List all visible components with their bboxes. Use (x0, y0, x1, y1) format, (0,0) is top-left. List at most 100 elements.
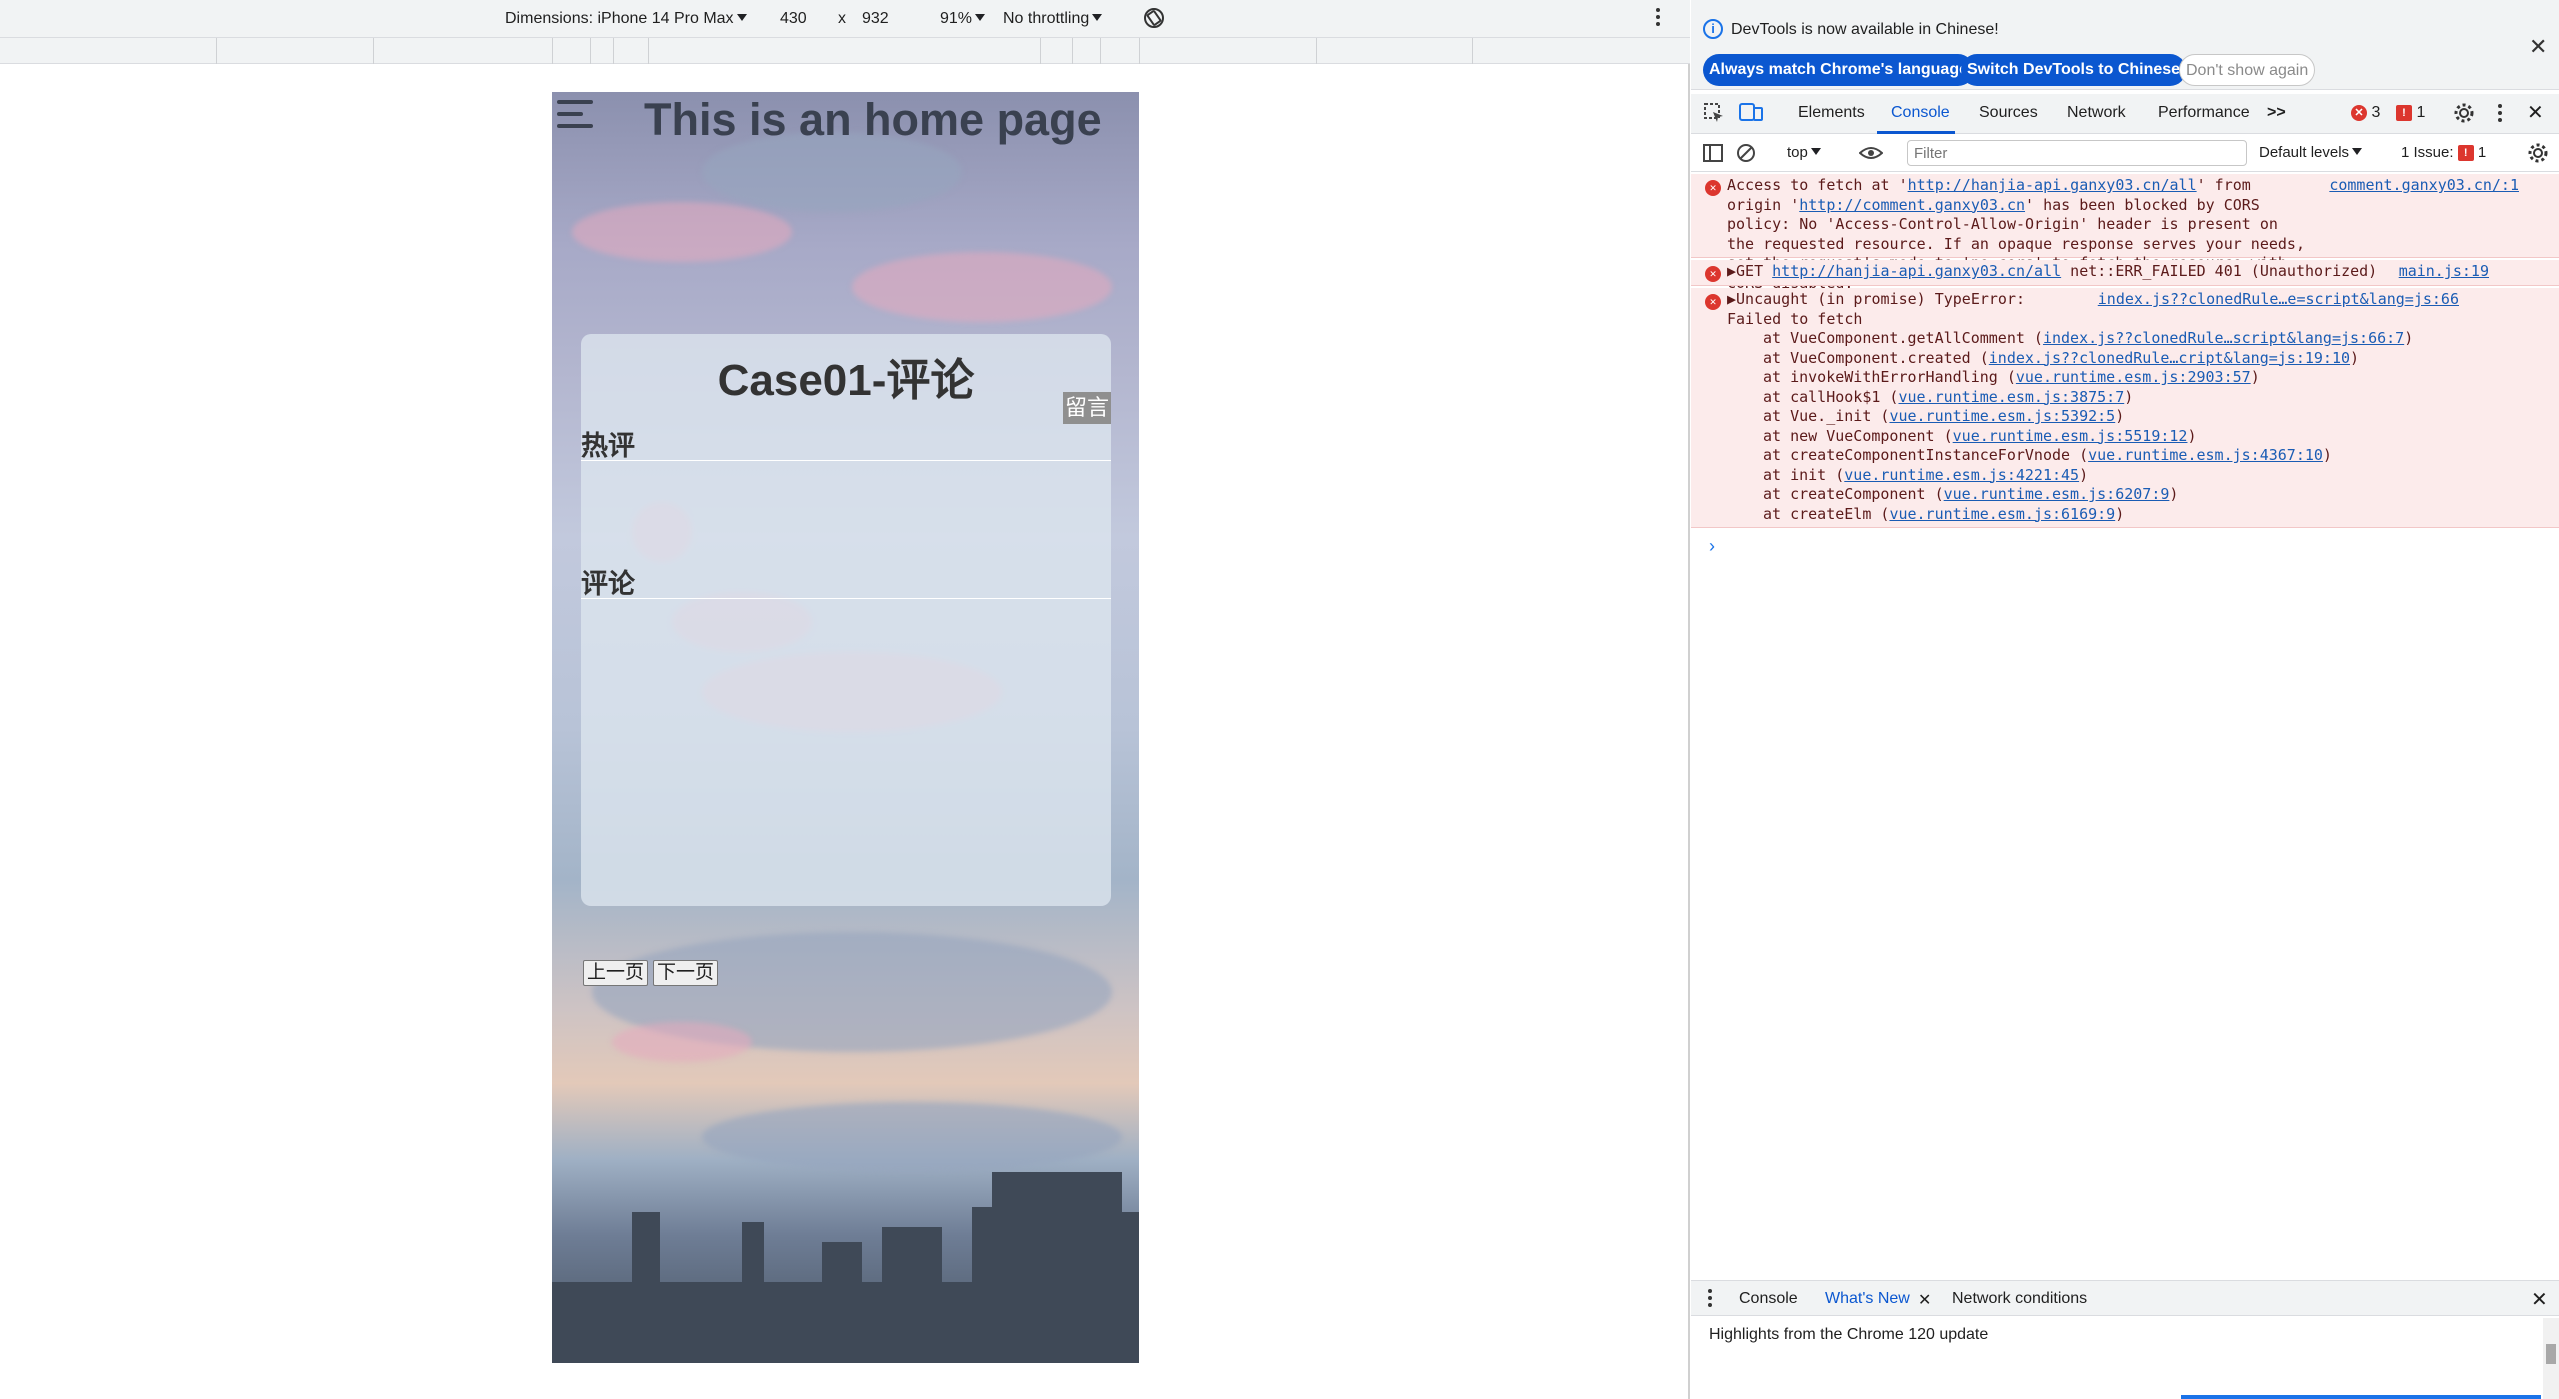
dont-show-again-button[interactable]: Don't show again (2179, 54, 2316, 86)
infobar-text: DevTools is now available in Chinese! (1731, 21, 1999, 38)
tab-performance[interactable]: Performance (2158, 104, 2250, 122)
caret-down-icon (736, 14, 747, 21)
device-toggle-icon[interactable] (1739, 102, 1763, 129)
message-text: Failed to fetch (1727, 309, 1863, 328)
stack-frame: at new VueComponent (vue.runtime.esm.js:… (1763, 426, 2197, 445)
devtools-panel: i DevTools is now available in Chinese! … (1691, 0, 2559, 1399)
switch-to-chinese-button[interactable]: Switch DevTools to Chinese (1961, 54, 2187, 86)
device-select[interactable]: Dimensions: iPhone 14 Pro Max (505, 10, 747, 28)
stack-frame: at callHook$1 (vue.runtime.esm.js:3875:7… (1763, 387, 2134, 406)
stack-frame: at invokeWithErrorHandling (vue.runtime.… (1763, 368, 2260, 386)
message-text: Access to fetch at ' (1727, 176, 1908, 194)
prev-page-button[interactable]: 上一页 (583, 960, 649, 986)
clear-console-icon[interactable] (1735, 142, 1757, 168)
close-icon[interactable]: ✕ (2529, 34, 2547, 60)
error-counter[interactable]: ✕ 3 (2351, 104, 2380, 122)
console-error-uncaught: ✕ ▶Uncaught (in promise) TypeError: Fail… (1691, 288, 2559, 528)
zoom-label: 91% (940, 10, 973, 27)
menu-icon[interactable] (557, 100, 593, 128)
message-text[interactable]: ▶GET (1727, 262, 1772, 280)
message-link[interactable]: http://hanjia-api.ganxy03.cn/all (1908, 176, 2197, 194)
more-tabs-icon[interactable]: >> (2267, 104, 2286, 122)
issue-icon: ! (2457, 145, 2474, 162)
console-prompt[interactable]: › (1709, 536, 1715, 557)
drawer-menu-icon[interactable] (1707, 1287, 1713, 1314)
issue-counter[interactable]: ! 1 (2396, 104, 2425, 122)
console-toolbar: top Default levels 1 Issue: ! 1 (1691, 134, 2559, 172)
close-tab-icon[interactable]: ✕ (1918, 1290, 1931, 1310)
stack-frame: at createComponent (vue.runtime.esm.js:6… (1763, 485, 2179, 503)
device-viewport-pane: Dimensions: iPhone 14 Pro Max 430 x 932 … (0, 0, 1690, 1399)
message-source-link[interactable]: comment.ganxy03.cn/:1 (2329, 176, 2519, 196)
tab-elements[interactable]: Elements (1798, 104, 1865, 122)
throttling-select[interactable]: No throttling (1003, 10, 1103, 28)
height-input[interactable]: 932 (862, 10, 889, 28)
media-query-ruler (0, 38, 1690, 64)
message-source-link[interactable]: index.js??clonedRule…e=script&lang=js:66 (2098, 290, 2459, 310)
divider (581, 598, 1111, 599)
throttling-label: No throttling (1003, 10, 1090, 27)
error-icon: ✕ (1705, 266, 1721, 282)
rotate-icon[interactable] (1142, 6, 1166, 35)
message-text: net::ERR_FAILED 401 (Unauthorized) (2061, 262, 2378, 280)
message-source-link[interactable]: main.js:19 (2399, 262, 2489, 282)
inspect-element-icon[interactable] (1703, 102, 1725, 129)
devtools-drawer: Console What's New ✕ Network conditions … (1691, 1280, 2559, 1316)
drawer-scrollbar[interactable] (2543, 1318, 2559, 1399)
message-link[interactable]: http://comment.ganxy03.cn (1799, 196, 2025, 214)
message-text: ' (1790, 195, 1800, 214)
stack-trace: at VueComponent.getAllComment (index.js?… (1727, 329, 2551, 524)
phone-screen: This is an home page Case01-评论 留言 热评 评论 … (552, 92, 1139, 1363)
issue-icon: ! (2396, 104, 2412, 121)
whats-new-text: Highlights from the Chrome 120 update (1709, 1326, 1989, 1343)
error-icon: ✕ (2351, 104, 2367, 121)
drawer-tab-network-conditions[interactable]: Network conditions (1952, 1290, 2087, 1308)
issues-count: 1 (2477, 144, 2487, 161)
more-options-icon[interactable] (1655, 6, 1661, 33)
next-page-button[interactable]: 下一页 (653, 960, 719, 986)
message-link[interactable]: http://hanjia-api.ganxy03.cn/all (1772, 262, 2061, 280)
caret-down-icon (2352, 148, 2363, 155)
close-drawer-icon[interactable]: ✕ (2531, 1287, 2548, 1312)
log-levels-label: Default levels (2259, 144, 2350, 161)
customize-devtools-icon[interactable] (2497, 102, 2503, 129)
zoom-select[interactable]: 91% (940, 10, 986, 28)
context-label: top (1787, 144, 1808, 161)
close-devtools-icon[interactable]: ✕ (2527, 100, 2544, 125)
settings-gear-icon[interactable] (2453, 102, 2475, 129)
issues-button[interactable]: 1 Issue: ! 1 (2401, 144, 2487, 162)
caret-down-icon (975, 14, 986, 21)
context-select[interactable]: top (1787, 144, 1821, 161)
tab-network[interactable]: Network (2067, 104, 2126, 122)
stack-frame: at Vue._init (vue.runtime.esm.js:5392:5) (1763, 407, 2125, 425)
tab-sources[interactable]: Sources (1979, 104, 2038, 122)
devtools-tabbar: Elements Console Sources Network Perform… (1691, 94, 2559, 134)
error-icon: ✕ (1705, 294, 1721, 310)
drawer-tab-whats-new[interactable]: What's New (1825, 1290, 1910, 1308)
issue-count: 1 (2416, 104, 2426, 121)
stack-frame: at createElm (vue.runtime.esm.js:6169:9) (1763, 504, 2125, 523)
sidebar-toggle-icon[interactable] (1703, 143, 1723, 167)
info-icon: i (1703, 19, 1723, 39)
live-expression-eye-icon[interactable] (1858, 143, 1884, 167)
card-title: Case01-评论 (717, 356, 975, 405)
log-levels-select[interactable]: Default levels (2259, 144, 2363, 161)
divider (581, 460, 1111, 461)
device-label: Dimensions: iPhone 14 Pro Max (505, 10, 734, 27)
always-match-language-button[interactable]: Always match Chrome's language (1703, 54, 1974, 86)
stack-frame: at createComponentInstanceForVnode (vue.… (1763, 446, 2332, 464)
drawer-banner-strip (2181, 1395, 2541, 1399)
message-button[interactable]: 留言 (1063, 392, 1111, 424)
times-label: x (838, 10, 846, 27)
error-count: 3 (2371, 104, 2381, 121)
drawer-tab-console[interactable]: Console (1739, 1290, 1798, 1308)
language-infobar: i DevTools is now available in Chinese! … (1691, 0, 2559, 90)
console-filter-input[interactable] (1907, 140, 2247, 166)
hot-comments-heading: 热评 (581, 431, 635, 461)
caret-down-icon (1810, 148, 1821, 155)
stack-frame: at init (vue.runtime.esm.js:4221:45) (1763, 465, 2089, 484)
console-settings-gear-icon[interactable] (2527, 142, 2549, 168)
width-input[interactable]: 430 (780, 10, 807, 28)
comments-heading: 评论 (581, 569, 635, 599)
tab-console[interactable]: Console (1891, 104, 1950, 122)
